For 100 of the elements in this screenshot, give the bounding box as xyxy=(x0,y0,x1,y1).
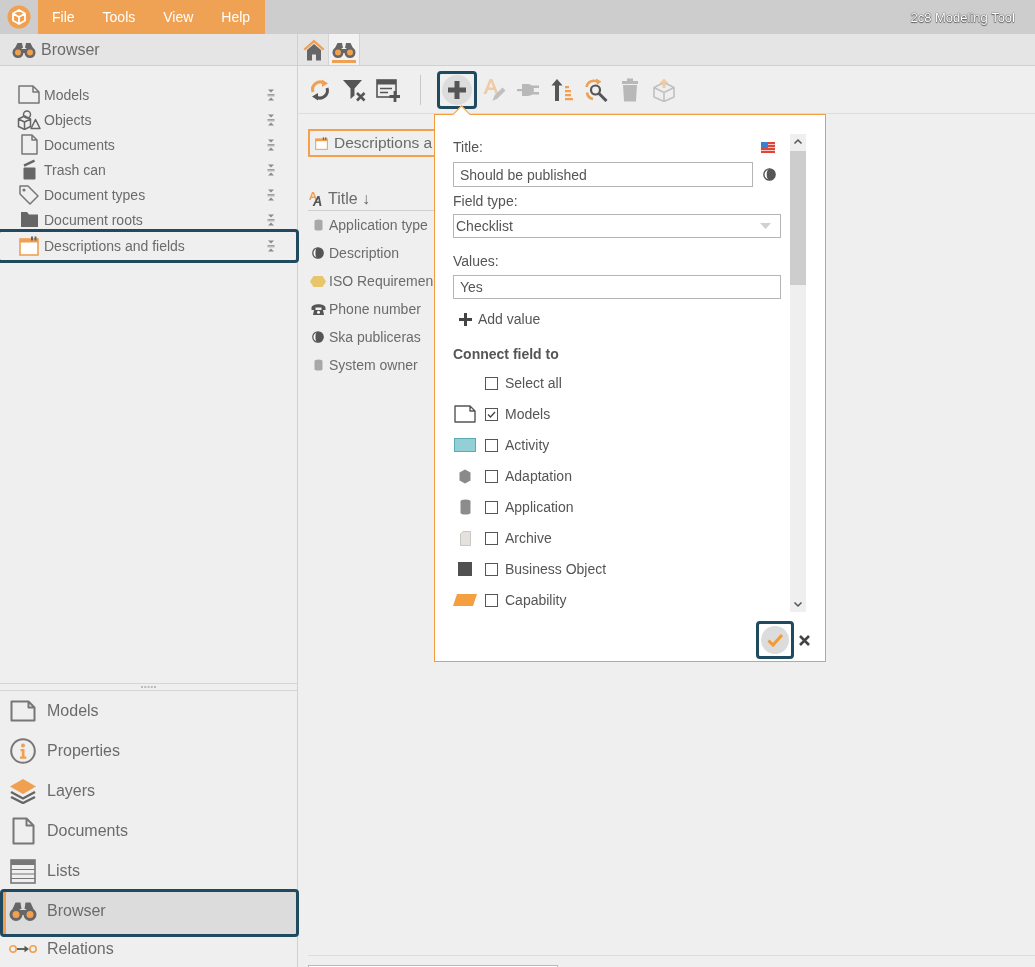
letter-pencil-icon xyxy=(482,77,506,102)
table-icon xyxy=(10,858,36,884)
relation-icon xyxy=(9,944,37,954)
expand-icon[interactable] xyxy=(267,113,275,126)
shapes-icon xyxy=(17,109,41,130)
letters-icon xyxy=(309,191,324,206)
nav-item[interactable]: Properties xyxy=(0,731,297,771)
search-arrows-icon xyxy=(584,77,608,102)
binoculars-icon xyxy=(9,901,37,921)
half-circle-icon xyxy=(312,247,324,259)
tree-item[interactable]: Trash can xyxy=(0,157,297,182)
window-icon xyxy=(315,136,328,150)
checkbox-label[interactable]: Capability xyxy=(505,592,567,608)
add-button[interactable] xyxy=(437,70,477,109)
section-heading: Connect field to xyxy=(453,345,559,364)
tree-item[interactable]: Descriptions and fields xyxy=(0,229,299,263)
checkbox[interactable] xyxy=(485,500,498,514)
tree-item[interactable]: Document roots xyxy=(0,207,297,232)
page-icon xyxy=(18,85,40,104)
expand-icon[interactable] xyxy=(267,163,275,176)
trash-icon xyxy=(621,77,639,102)
hexagon-icon xyxy=(310,275,326,287)
nav-item[interactable]: Layers xyxy=(0,771,297,811)
checkbox-label[interactable]: Archive xyxy=(505,530,552,546)
table-add-icon xyxy=(376,77,400,102)
title-input[interactable]: Should be published xyxy=(453,162,753,187)
add-value-button[interactable]: Add value xyxy=(453,310,541,328)
list-item[interactable]: ISO Requiremen xyxy=(308,267,434,295)
scrollbar[interactable] xyxy=(790,134,806,612)
checkbox[interactable] xyxy=(485,593,498,607)
nav-item[interactable]: Models xyxy=(0,691,297,731)
binoculars-icon xyxy=(12,41,36,58)
plug-icon xyxy=(516,81,540,98)
tag-icon xyxy=(19,184,39,205)
checkbox[interactable] xyxy=(485,376,498,390)
expand-icon[interactable] xyxy=(267,239,275,252)
expand-icon[interactable] xyxy=(267,188,275,201)
checkbox-label[interactable]: Select all xyxy=(505,375,562,391)
checkbox[interactable] xyxy=(485,469,498,483)
tab[interactable] xyxy=(329,34,360,65)
check-icon xyxy=(761,626,789,654)
checkbox-label[interactable]: Adaptation xyxy=(505,468,572,484)
window-icon xyxy=(19,235,39,256)
confirm-button[interactable] xyxy=(756,621,794,659)
flag-icon[interactable] xyxy=(761,141,775,153)
sort-icon xyxy=(551,77,573,102)
scrollbar-thumb[interactable] xyxy=(790,151,806,285)
list-item[interactable]: System owner xyxy=(308,351,434,379)
nav-item[interactable]: Browser xyxy=(0,889,299,937)
list-item[interactable]: Description xyxy=(308,239,434,267)
field-type-select[interactable]: Checklist xyxy=(453,214,781,238)
nav-item[interactable]: Lists xyxy=(0,851,297,891)
clear-filter-icon xyxy=(342,77,366,102)
expand-icon[interactable] xyxy=(267,138,275,151)
checkbox[interactable] xyxy=(485,407,498,421)
cylinder-icon xyxy=(459,499,471,515)
phone-icon xyxy=(310,303,326,315)
tree-item[interactable]: Objects xyxy=(0,107,297,132)
page-icon xyxy=(454,405,476,423)
app-logo xyxy=(7,5,31,29)
checkbox-label[interactable]: Business Object xyxy=(505,561,607,577)
box-arrow-icon xyxy=(652,77,676,102)
half-circle-icon[interactable] xyxy=(763,168,776,181)
square-icon xyxy=(458,562,472,576)
trash-icon xyxy=(21,159,37,180)
checkbox-label[interactable]: Activity xyxy=(505,437,550,453)
field-label: Title: xyxy=(453,139,483,155)
rectangle-icon xyxy=(454,438,476,452)
list-item[interactable]: Phone number xyxy=(308,295,434,323)
field-label: Values: xyxy=(453,253,499,269)
cylinder-icon xyxy=(313,359,323,371)
hexagon-icon xyxy=(459,468,471,484)
expand-icon[interactable] xyxy=(267,213,275,226)
plus-icon xyxy=(459,312,472,326)
parallelogram-icon xyxy=(453,594,477,606)
home-icon xyxy=(303,38,325,61)
nav-item[interactable]: Documents xyxy=(0,811,297,851)
selection-chip[interactable]: Descriptions a xyxy=(308,129,434,157)
checkbox[interactable] xyxy=(485,562,498,576)
close-icon xyxy=(798,634,810,646)
expand-icon[interactable] xyxy=(267,88,275,101)
list-item[interactable]: Application type xyxy=(308,211,434,239)
caret-icon xyxy=(760,223,771,229)
checkbox-label[interactable]: Application xyxy=(505,499,574,515)
document-icon xyxy=(20,134,38,155)
checkbox[interactable] xyxy=(485,531,498,545)
layers-icon xyxy=(9,778,37,804)
field-label: Field type: xyxy=(453,193,518,209)
list-item[interactable]: Ska publiceras xyxy=(308,323,434,351)
document-icon xyxy=(11,817,35,845)
tree-item[interactable]: Models xyxy=(0,82,297,107)
checkbox-label[interactable]: Models xyxy=(505,406,551,422)
page-icon xyxy=(10,700,36,722)
half-circle-icon xyxy=(312,331,324,343)
tree-item[interactable]: Document types xyxy=(0,182,297,207)
tree-item[interactable]: Documents xyxy=(0,132,297,157)
value-input[interactable]: Yes xyxy=(453,275,781,299)
sheet-icon xyxy=(459,530,471,546)
info-icon xyxy=(10,738,36,764)
checkbox[interactable] xyxy=(485,438,498,452)
